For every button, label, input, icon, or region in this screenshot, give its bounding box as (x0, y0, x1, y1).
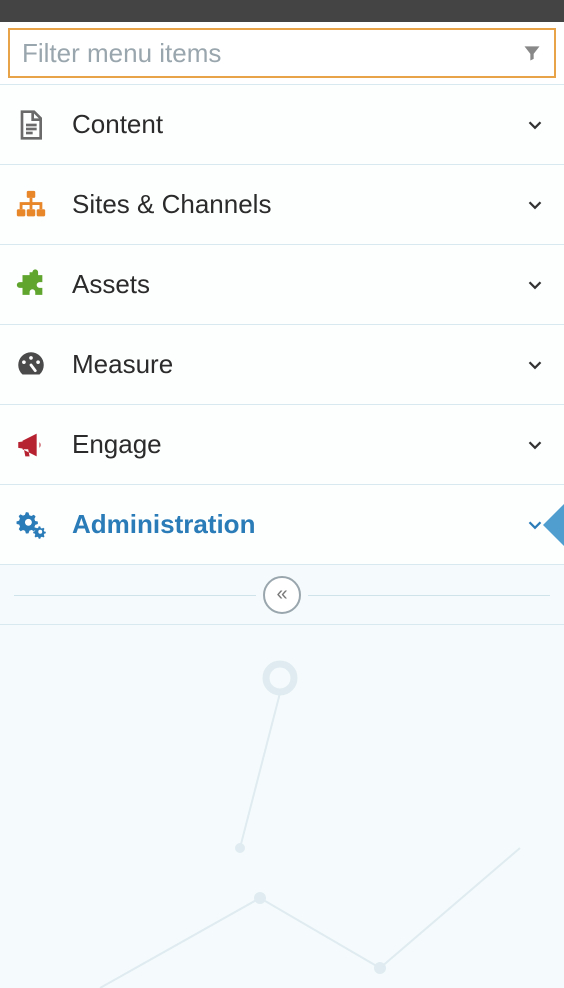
menu-item-content[interactable]: Content (0, 85, 564, 165)
collapse-row: « (0, 565, 564, 625)
sitemap-icon (14, 188, 58, 222)
puzzle-icon (14, 268, 58, 302)
chevron-down-icon (524, 354, 546, 376)
menu-item-sites-channels[interactable]: Sites & Channels (0, 165, 564, 245)
chevron-down-icon (524, 434, 546, 456)
active-indicator (543, 503, 564, 547)
menu-label: Content (58, 109, 524, 140)
filter-input[interactable] (22, 38, 522, 69)
menu-item-administration[interactable]: Administration (0, 485, 564, 565)
filter-container (0, 22, 564, 84)
funnel-icon (522, 43, 542, 63)
menu-item-measure[interactable]: Measure (0, 325, 564, 405)
chevron-down-icon (524, 194, 546, 216)
gauge-icon (14, 348, 58, 382)
filter-box[interactable] (8, 28, 556, 78)
menu-label: Administration (58, 509, 524, 540)
menu-label: Engage (58, 429, 524, 460)
chevron-down-icon (524, 114, 546, 136)
menu-label: Sites & Channels (58, 189, 524, 220)
chevron-double-left-icon: « (276, 583, 287, 606)
window-top-bar (0, 0, 564, 22)
menu-label: Assets (58, 269, 524, 300)
document-icon (14, 109, 58, 141)
menu-item-assets[interactable]: Assets (0, 245, 564, 325)
background-decoration (0, 638, 564, 988)
sidebar-menu: Content Sites & Channels Assets (0, 84, 564, 565)
collapse-sidebar-button[interactable]: « (263, 576, 301, 614)
menu-item-engage[interactable]: Engage (0, 405, 564, 485)
chevron-down-icon (524, 274, 546, 296)
gears-icon (14, 507, 58, 543)
bullhorn-icon (14, 428, 58, 462)
menu-label: Measure (58, 349, 524, 380)
